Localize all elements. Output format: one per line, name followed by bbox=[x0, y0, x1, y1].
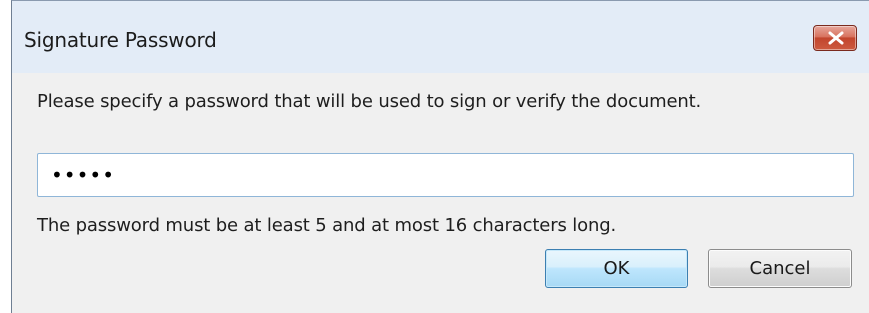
ok-button[interactable]: OK bbox=[545, 249, 688, 288]
title-bar[interactable]: Signature Password bbox=[12, 1, 869, 73]
close-icon bbox=[828, 31, 844, 45]
instruction-text: Please specify a password that will be u… bbox=[37, 91, 702, 112]
signature-password-dialog: Signature Password Please specify a pass… bbox=[11, 0, 869, 313]
dialog-content: Please specify a password that will be u… bbox=[12, 73, 869, 313]
cancel-button[interactable]: Cancel bbox=[708, 249, 852, 288]
password-input[interactable] bbox=[37, 153, 854, 197]
dialog-title: Signature Password bbox=[24, 28, 217, 52]
close-button[interactable] bbox=[813, 25, 857, 51]
password-requirement-text: The password must be at least 5 and at m… bbox=[37, 215, 617, 236]
